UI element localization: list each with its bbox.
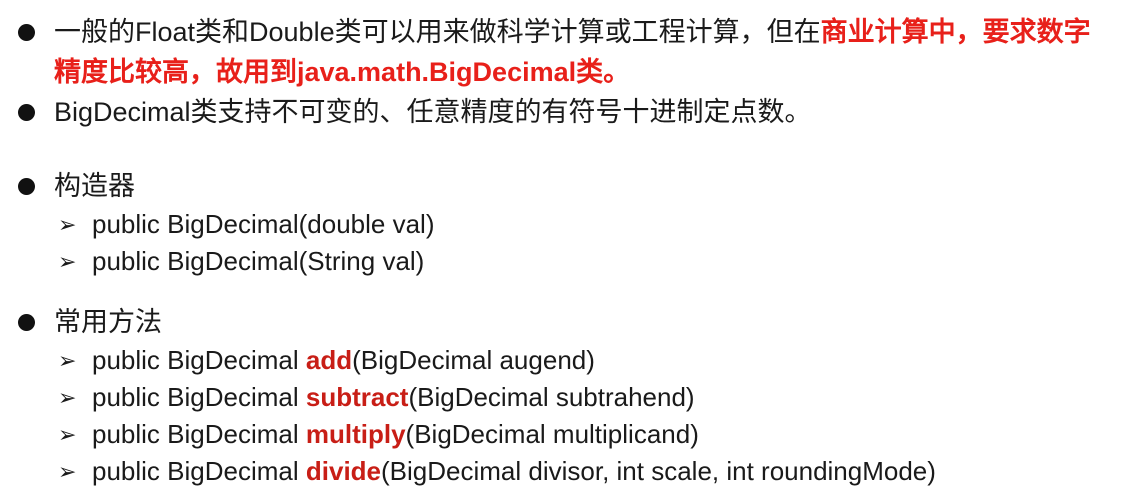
method-prefix: public BigDecimal xyxy=(92,345,306,375)
bullet-dot-icon xyxy=(18,314,35,331)
arrow-bullet-icon: ➢ xyxy=(58,348,77,373)
slide: 一般的Float类和Double类可以用来做科学计算或工程计算，但在商业计算中，… xyxy=(0,0,1124,494)
method-item: ➢ public BigDecimal multiply(BigDecimal … xyxy=(14,416,1108,453)
constructor-item: ➢ public BigDecimal(String val) xyxy=(14,243,1108,280)
method-item: ➢ public BigDecimal subtract(BigDecimal … xyxy=(14,379,1108,416)
method-name: divide xyxy=(305,456,382,486)
arrow-bullet-icon: ➢ xyxy=(58,249,77,274)
method-params: (BigDecimal subtrahend) xyxy=(408,382,695,412)
bullet-dot-icon xyxy=(18,104,35,121)
constructors-heading: 构造器 xyxy=(54,171,135,201)
arrow-bullet-icon: ➢ xyxy=(58,459,77,484)
bullet-constructors-heading: 构造器 xyxy=(14,166,1108,206)
methods-heading: 常用方法 xyxy=(54,307,162,337)
method-params: (BigDecimal multiplicand) xyxy=(405,419,699,449)
method-params: (BigDecimal divisor, int scale, int roun… xyxy=(381,456,936,486)
method-name: subtract xyxy=(305,382,409,412)
method-item: ➢ public BigDecimal add(BigDecimal augen… xyxy=(14,342,1108,379)
method-prefix: public BigDecimal xyxy=(92,456,306,486)
arrow-bullet-icon: ➢ xyxy=(58,212,77,237)
constructor-text: public BigDecimal(String val) xyxy=(92,246,425,276)
arrow-bullet-icon: ➢ xyxy=(58,422,77,447)
bullet-description: BigDecimal类支持不可变的、任意精度的有符号十进制定点数。 xyxy=(14,92,1108,132)
constructor-text: public BigDecimal(double val) xyxy=(92,209,435,239)
intro-text: 一般的Float类和Double类可以用来做科学计算或工程计算，但在 xyxy=(54,17,821,47)
method-item: ➢ public BigDecimal divide(BigDecimal di… xyxy=(14,453,1108,490)
bullet-methods-heading: 常用方法 xyxy=(14,302,1108,342)
method-name: multiply xyxy=(305,419,406,449)
method-prefix: public BigDecimal xyxy=(92,419,306,449)
method-params: (BigDecimal augend) xyxy=(352,345,595,375)
bullet-intro: 一般的Float类和Double类可以用来做科学计算或工程计算，但在商业计算中，… xyxy=(14,12,1112,92)
description-text: BigDecimal类支持不可变的、任意精度的有符号十进制定点数。 xyxy=(54,97,812,127)
method-prefix: public BigDecimal xyxy=(92,382,306,412)
bullet-dot-icon xyxy=(18,178,35,195)
method-name: add xyxy=(305,345,353,375)
bullet-dot-icon xyxy=(18,24,35,41)
arrow-bullet-icon: ➢ xyxy=(58,385,77,410)
constructor-item: ➢ public BigDecimal(double val) xyxy=(14,206,1108,243)
